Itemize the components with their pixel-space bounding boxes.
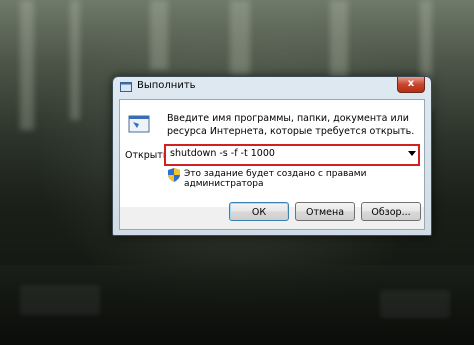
chevron-down-icon[interactable] [408,151,416,156]
window-title: Выполнить [137,80,196,91]
uac-shield-icon [168,168,180,182]
ok-button[interactable]: ОК [229,202,289,221]
close-icon: x [407,78,415,89]
cancel-button[interactable]: Отмена [295,202,355,221]
open-command-combobox[interactable]: shutdown -s -f -t 1000 [164,144,420,166]
dialog-body: Введите имя программы, папки, документа … [119,99,425,209]
close-button[interactable]: x [397,77,425,93]
dialog-description: Введите имя программы, папки, документа … [167,113,415,137]
browse-button[interactable]: Обзор... [361,202,421,221]
run-program-icon [128,115,150,133]
run-dialog-icon [120,82,132,92]
admin-rights-note: Это задание будет создано с правами адми… [184,169,367,189]
open-command-value[interactable]: shutdown -s -f -t 1000 [170,148,275,159]
run-dialog: Выполнить x Введите имя программы, папки… [112,76,432,236]
title-bar[interactable]: Выполнить x [113,77,431,97]
